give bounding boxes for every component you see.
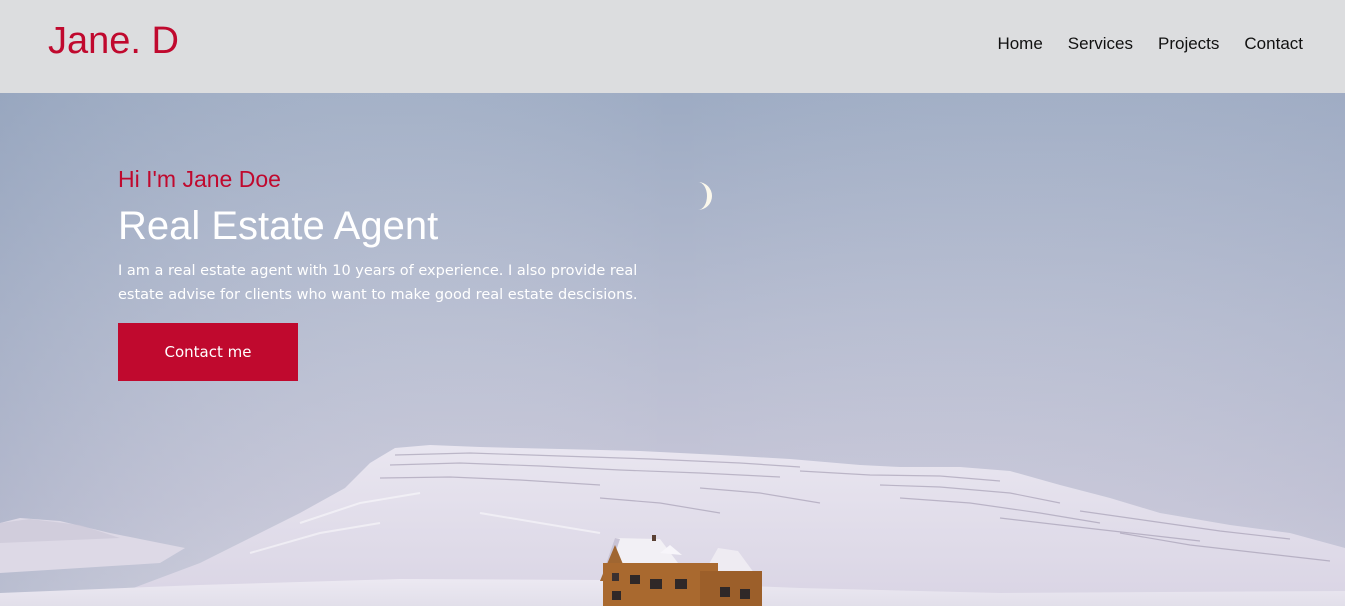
nav-link-home[interactable]: Home [997,33,1042,55]
hero-greeting: Hi I'm Jane Doe [118,166,281,192]
nav-links: Home Services Projects Contact [997,33,1303,55]
nav-link-contact[interactable]: Contact [1244,33,1303,55]
nav-link-projects[interactable]: Projects [1158,33,1219,55]
nav-link-services[interactable]: Services [1068,33,1133,55]
contact-me-button[interactable]: Contact me [118,323,298,381]
navbar: Jane. D Home Services Projects Contact [0,0,1345,93]
hero-content: Hi I'm Jane Doe Real Estate Agent I am a… [118,165,658,381]
logo[interactable]: Jane. D [48,19,179,63]
hero-headline: Real Estate Agent [118,204,439,248]
hero-section: Hi I'm Jane Doe Real Estate Agent I am a… [0,93,1345,606]
hero-description: I am a real estate agent with 10 years o… [118,263,638,303]
